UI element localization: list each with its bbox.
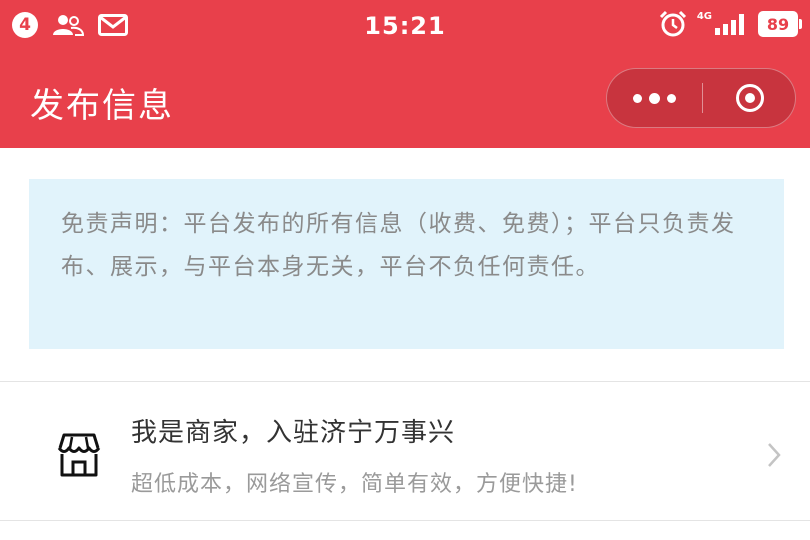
more-dot-icon [633, 93, 642, 103]
divider [0, 520, 810, 521]
page-title: 发布信息 [30, 86, 174, 126]
signal-icon [715, 14, 744, 35]
more-button[interactable] [607, 69, 702, 127]
main-content: 免责声明：平台发布的所有信息（收费、免费）；平台只负责发布、展示，与平台本身无关… [0, 148, 810, 540]
chevron-right-icon [768, 443, 781, 467]
merchant-title: 我是商家，入驻济宁万事兴 [131, 418, 456, 448]
merchant-subtitle: 超低成本，网络宣传，简单有效，方便快捷! [131, 472, 578, 497]
alarm-icon [659, 10, 686, 37]
more-dot-icon [667, 93, 676, 103]
status-right: 4G 89 [659, 10, 802, 38]
close-target-icon [736, 84, 764, 112]
close-button[interactable] [703, 69, 797, 127]
network-type: 4G [696, 10, 712, 22]
store-icon [57, 433, 101, 477]
more-dot-icon [649, 92, 660, 104]
disclaimer-notice: 免责声明：平台发布的所有信息（收费、免费）；平台只负责发布、展示，与平台本身无关… [29, 179, 784, 349]
merchant-entry[interactable]: 我是商家，入驻济宁万事兴 超低成本，网络宣传，简单有效，方便快捷! [0, 382, 810, 520]
battery-indicator: 89 [758, 11, 802, 37]
mini-program-capsule [606, 68, 796, 128]
app-header: 4 15:21 4G 89 发布信息 [0, 0, 810, 148]
